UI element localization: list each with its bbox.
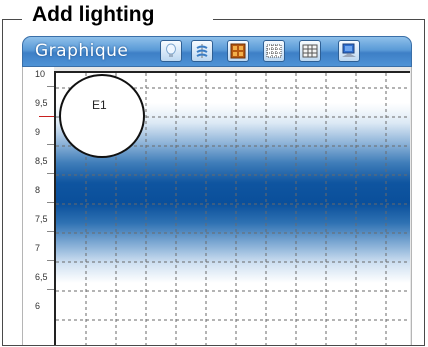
grid-dotted-icon [266, 44, 282, 58]
y-tick-label: 10 [35, 69, 46, 79]
grid-solid-button[interactable] [299, 40, 321, 62]
group-frame-left [2, 19, 3, 345]
grid-solid-icon [302, 44, 318, 58]
y-tick-label: 7,5 [35, 214, 48, 224]
window-button[interactable] [227, 40, 249, 62]
lightbulb-button[interactable] [160, 40, 182, 62]
y-tick-label: 6,5 [35, 272, 48, 282]
y-tick-label: 7 [35, 243, 41, 253]
y-tick-label: 8 [35, 185, 41, 195]
window-icon [230, 43, 246, 59]
rotate-light-icon [196, 44, 208, 58]
grid-dotted-button[interactable] [263, 40, 285, 62]
toolbar-title: Graphique [35, 41, 129, 61]
y-tick-label: 9 [35, 127, 41, 137]
rotate-light-button[interactable] [191, 40, 213, 62]
position-marker [39, 116, 54, 117]
group-frame-right [424, 19, 425, 345]
group-frame-top-left [2, 19, 22, 20]
monitor-icon [342, 43, 356, 57]
group-frame-bottom [2, 345, 425, 346]
group-title: Add lighting [30, 3, 157, 27]
lightbulb-icon [166, 43, 176, 57]
y-tick-label: 8,5 [35, 156, 48, 166]
y-tick-label: 6 [35, 301, 41, 311]
emitter-label: E1 [92, 98, 107, 112]
monitor-button[interactable] [338, 40, 360, 62]
group-frame-top-right [213, 19, 424, 20]
y-tick-label: 9,5 [35, 98, 48, 108]
light-emitter-e1[interactable] [59, 74, 145, 158]
